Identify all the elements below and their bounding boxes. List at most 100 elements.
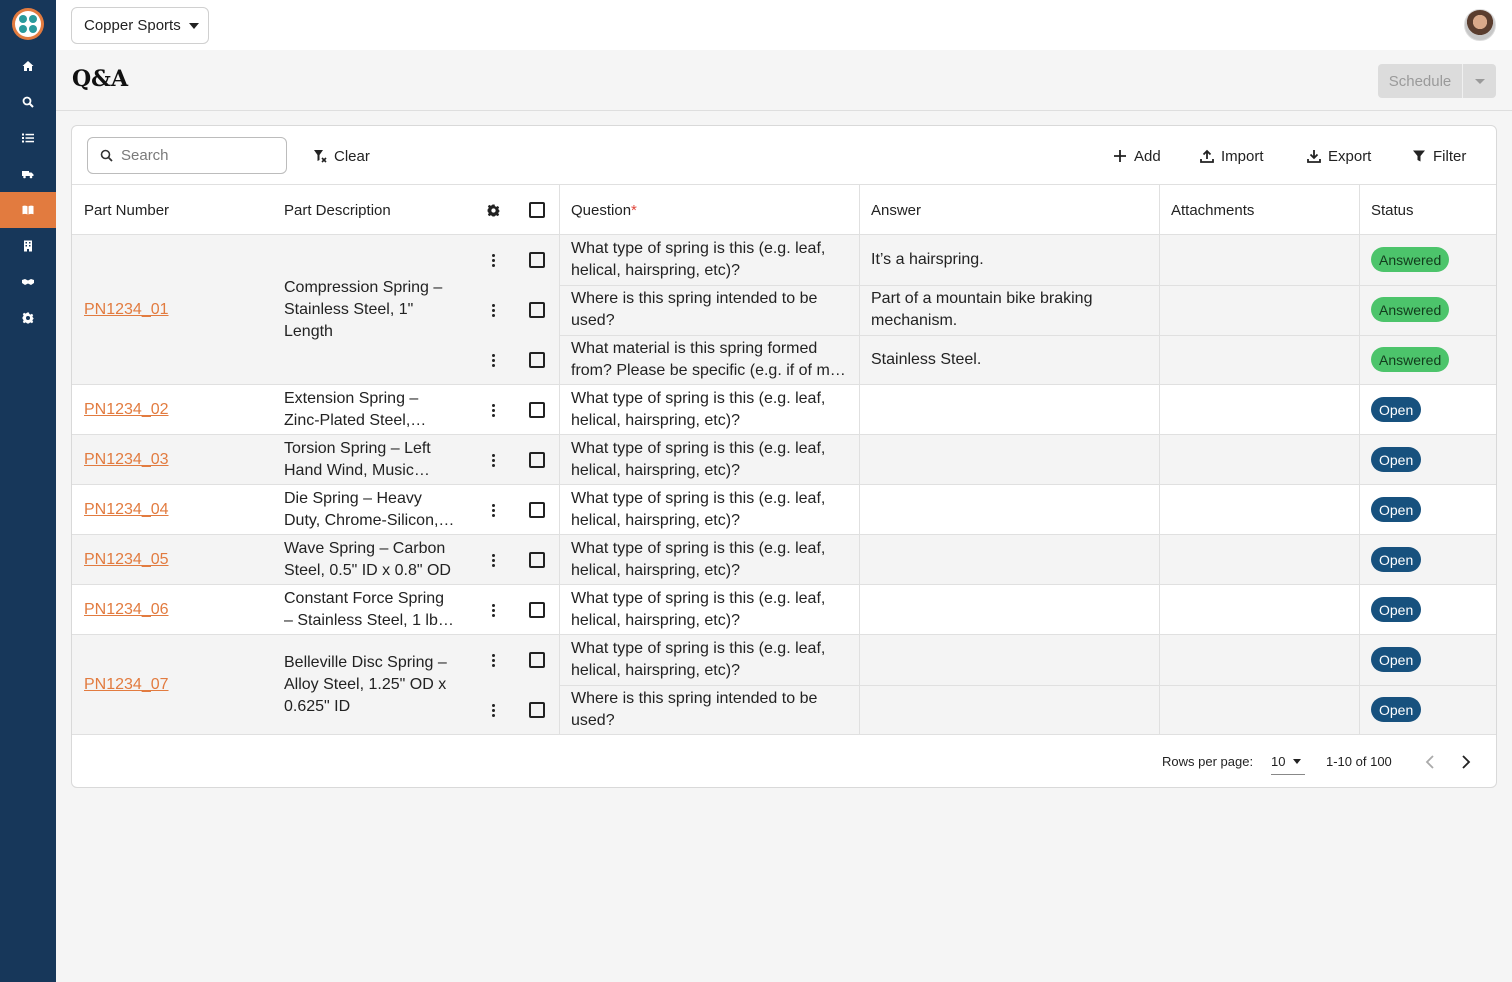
column-divider xyxy=(859,385,860,435)
row-menu-icon[interactable] xyxy=(485,649,501,671)
row-menu-icon[interactable] xyxy=(485,499,501,521)
row-checkbox[interactable] xyxy=(529,402,545,418)
row-checkbox[interactable] xyxy=(529,652,545,668)
column-divider xyxy=(1359,535,1360,585)
select-all-checkbox[interactable] xyxy=(529,202,545,218)
column-divider xyxy=(1359,585,1360,635)
next-page-button[interactable] xyxy=(1456,752,1476,772)
schedule-button[interactable]: Schedule xyxy=(1378,64,1463,98)
part-number-link[interactable]: PN1234_06 xyxy=(84,601,169,618)
column-divider xyxy=(1159,635,1160,735)
column-header-question[interactable]: Question * xyxy=(559,185,637,235)
column-header-status[interactable]: Status xyxy=(1359,185,1414,235)
row-menu-icon[interactable] xyxy=(485,249,501,271)
part-number-cell: PN1234_03 xyxy=(72,449,169,471)
question-cell[interactable]: What type of spring is this (e.g. leaf, … xyxy=(559,388,849,432)
question-cell[interactable]: Where is this spring intended to be used… xyxy=(559,288,849,332)
user-avatar[interactable] xyxy=(1464,9,1496,41)
part-number-link[interactable]: PN1234_03 xyxy=(84,451,169,468)
question-cell[interactable]: What type of spring is this (e.g. leaf, … xyxy=(559,488,849,532)
nav-shipping[interactable] xyxy=(0,156,56,192)
question-cell[interactable]: What type of spring is this (e.g. leaf, … xyxy=(559,538,849,582)
export-button[interactable]: Export xyxy=(1307,144,1371,168)
row-menu-icon[interactable] xyxy=(485,299,501,321)
previous-page-button[interactable] xyxy=(1420,752,1440,772)
row-menu-icon[interactable] xyxy=(485,399,501,421)
nav-list[interactable] xyxy=(0,120,56,156)
answer-cell[interactable]: Stainless Steel. xyxy=(859,349,1149,371)
row-menu-icon[interactable] xyxy=(485,349,501,371)
question-cell[interactable]: What material is this spring formed from… xyxy=(559,338,849,382)
nav-qa[interactable] xyxy=(0,192,56,228)
search-input[interactable] xyxy=(121,147,271,164)
sub-row-divider xyxy=(559,285,1496,286)
organization-dropdown[interactable]: Copper Sports xyxy=(71,7,209,44)
part-number-link[interactable]: PN1234_01 xyxy=(84,301,169,318)
row-checkbox[interactable] xyxy=(529,452,545,468)
part-description-cell: Constant Force Spring – Stainless Steel,… xyxy=(284,590,454,629)
row-checkbox[interactable] xyxy=(529,702,545,718)
column-divider xyxy=(559,235,560,385)
app-logo[interactable] xyxy=(12,8,44,40)
schedule-dropdown-button[interactable] xyxy=(1463,64,1496,98)
list-icon xyxy=(22,133,34,143)
question-cell[interactable]: What type of spring is this (e.g. leaf, … xyxy=(559,638,849,682)
status-badge: Open xyxy=(1371,697,1422,722)
column-divider xyxy=(859,585,860,635)
row-checkbox[interactable] xyxy=(529,302,545,318)
row-menu-icon[interactable] xyxy=(485,449,501,471)
table-row-group: PN1234_03 Torsion Spring – Left Hand Wind… xyxy=(72,435,1496,485)
row-menu-icon[interactable] xyxy=(485,699,501,721)
answer-cell[interactable]: Part of a mountain bike braking mechanis… xyxy=(859,288,1149,332)
part-number-cell: PN1234_06 xyxy=(72,599,169,621)
column-header-attachments[interactable]: Attachments xyxy=(1159,185,1254,235)
row-menu-icon[interactable] xyxy=(485,599,501,621)
column-divider xyxy=(559,185,560,235)
nav-settings[interactable] xyxy=(0,300,56,336)
status-badge: Open xyxy=(1371,497,1422,522)
rows-per-page-label: Rows per page: xyxy=(1162,754,1254,769)
column-settings-button[interactable] xyxy=(475,185,500,235)
nav-home[interactable] xyxy=(0,48,56,84)
column-divider xyxy=(1359,235,1360,385)
part-number-link[interactable]: PN1234_04 xyxy=(84,501,169,518)
row-checkbox[interactable] xyxy=(529,352,545,368)
column-divider xyxy=(1159,235,1160,385)
page-title: Q&A xyxy=(72,66,129,92)
column-divider xyxy=(1159,435,1160,485)
table-toolbar: Clear Add Import Export Filter xyxy=(72,126,1496,185)
question-cell[interactable]: Where is this spring intended to be used… xyxy=(559,688,849,732)
answer-cell[interactable]: It’s a hairspring. xyxy=(859,249,1149,271)
import-button[interactable]: Import xyxy=(1200,144,1264,168)
question-cell[interactable]: What type of spring is this (e.g. leaf, … xyxy=(559,588,849,632)
part-number-cell: PN1234_05 xyxy=(72,549,169,571)
import-label: Import xyxy=(1221,147,1264,165)
add-button[interactable]: Add xyxy=(1113,144,1161,168)
building-icon xyxy=(24,240,32,252)
part-number-link[interactable]: PN1234_02 xyxy=(84,401,169,418)
part-number-cell: PN1234_04 xyxy=(72,499,169,521)
column-divider xyxy=(1359,435,1360,485)
clear-button[interactable]: Clear xyxy=(313,144,370,168)
export-label: Export xyxy=(1328,147,1372,165)
column-header-part-number[interactable]: Part Number xyxy=(72,185,169,235)
question-cell[interactable]: What type of spring is this (e.g. leaf, … xyxy=(559,438,849,482)
row-checkbox[interactable] xyxy=(529,552,545,568)
handshake-icon xyxy=(22,279,34,285)
row-checkbox[interactable] xyxy=(529,502,545,518)
column-header-part-description[interactable]: Part Description xyxy=(272,185,391,235)
column-header-answer[interactable]: Answer xyxy=(859,185,921,235)
nav-search[interactable] xyxy=(0,84,56,120)
row-checkbox[interactable] xyxy=(529,252,545,268)
filter-button[interactable]: Filter xyxy=(1412,144,1466,168)
rows-per-page-select[interactable]: 10 xyxy=(1271,749,1305,775)
row-menu-icon[interactable] xyxy=(485,549,501,571)
nav-suppliers[interactable] xyxy=(0,228,56,264)
question-cell[interactable]: What type of spring is this (e.g. leaf, … xyxy=(559,238,849,282)
part-number-link[interactable]: PN1234_07 xyxy=(84,676,169,693)
nav-partners[interactable] xyxy=(0,264,56,300)
part-description-cell: Compression Spring – Stainless Steel, 1"… xyxy=(284,279,443,340)
row-checkbox[interactable] xyxy=(529,602,545,618)
part-number-link[interactable]: PN1234_05 xyxy=(84,551,169,568)
column-divider xyxy=(1159,535,1160,585)
